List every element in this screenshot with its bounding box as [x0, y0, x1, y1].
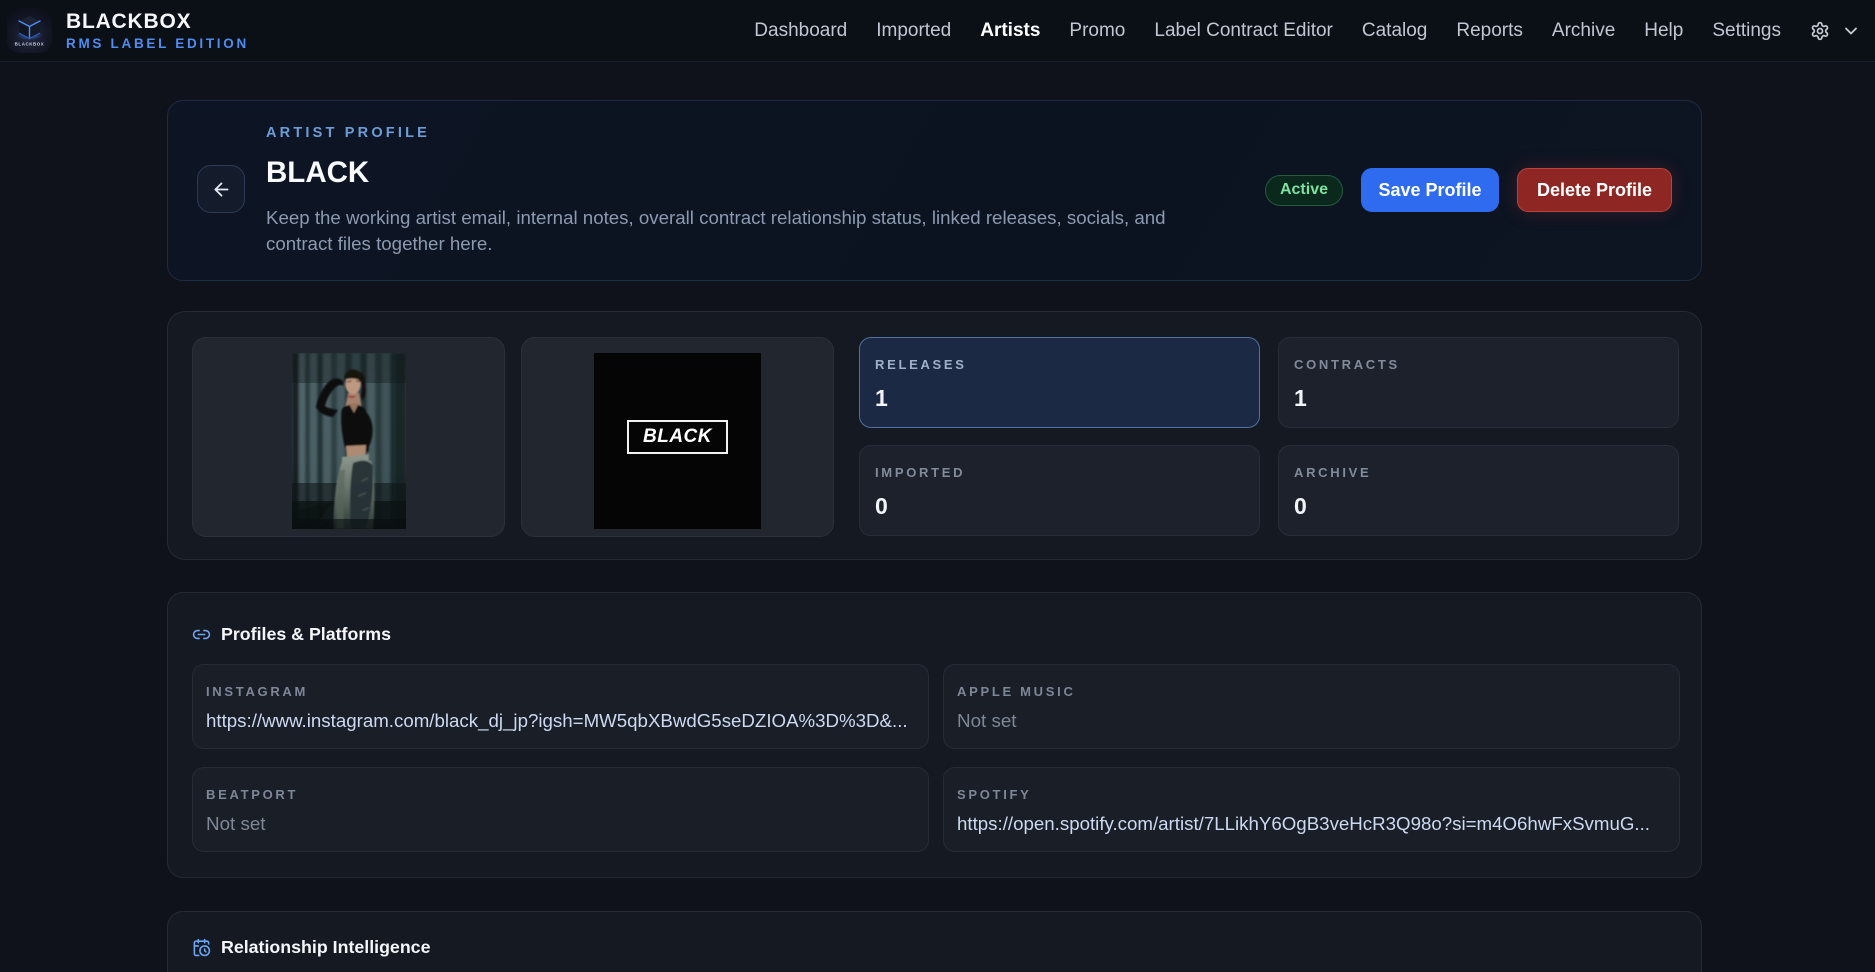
- svg-text:BLACKBOX: BLACKBOX: [15, 42, 45, 47]
